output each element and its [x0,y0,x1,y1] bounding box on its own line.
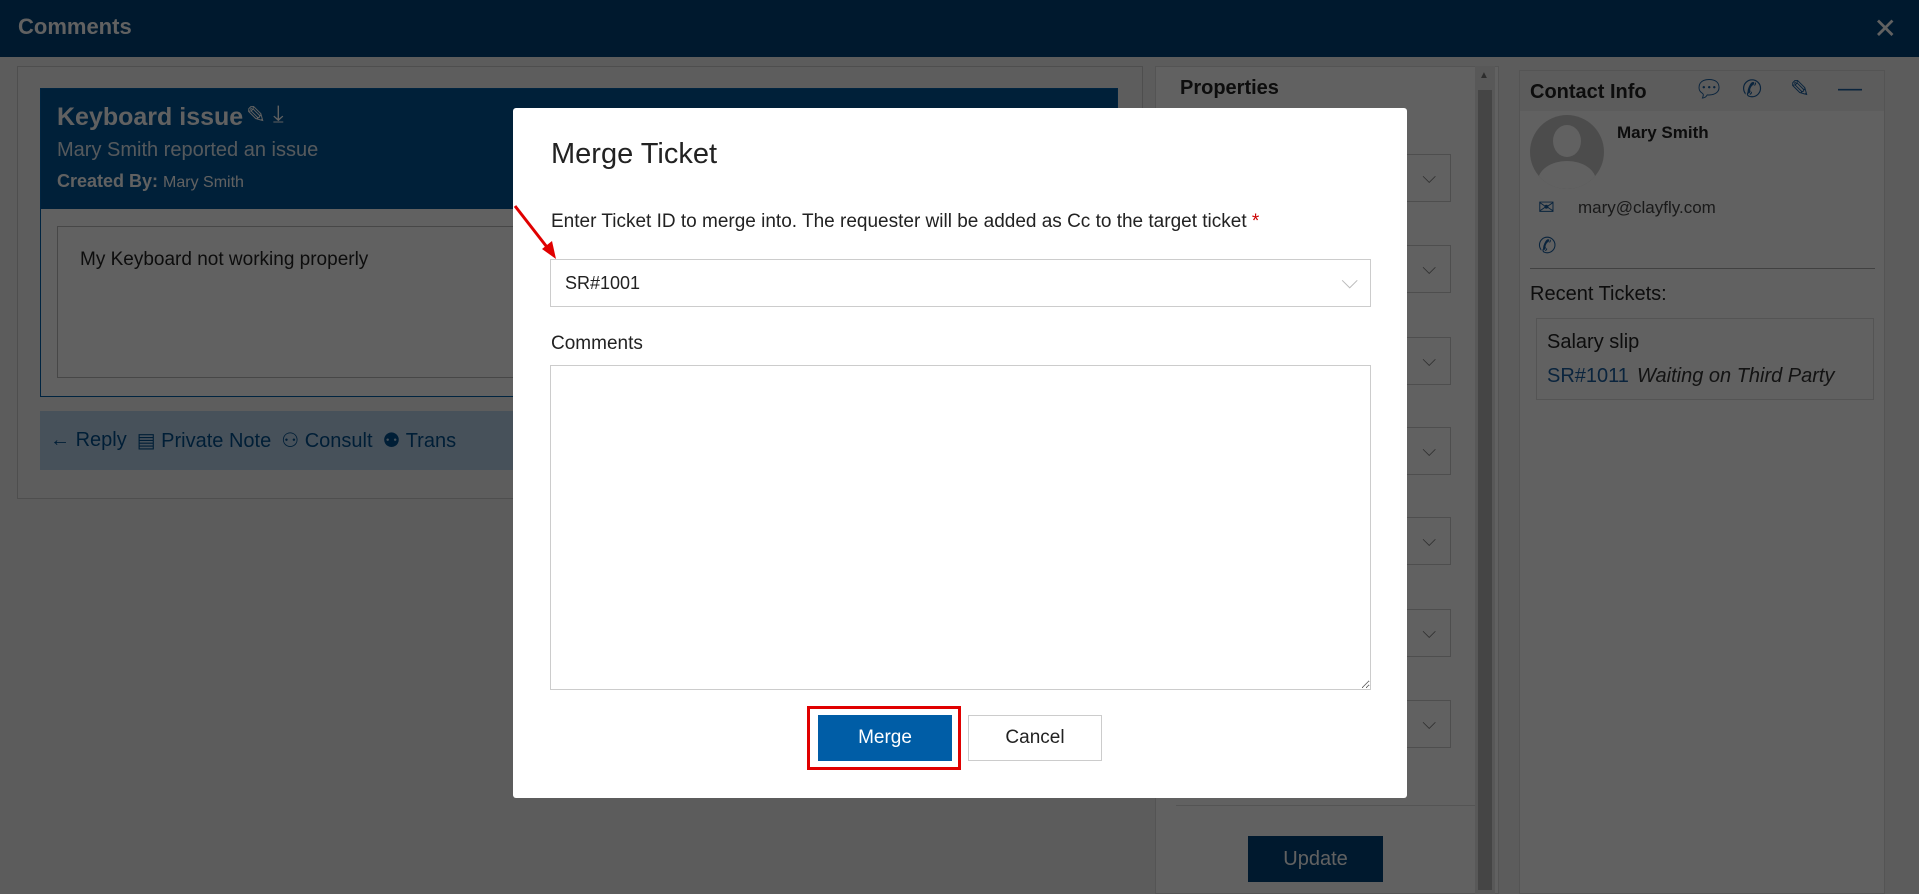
chevron-down-icon: ⌵ [1422,350,1436,370]
chevron-down-icon: ⌵ [1341,268,1358,293]
merge-ticket-dialog: Merge Ticket Enter Ticket ID to merge in… [513,108,1407,798]
comments-textarea[interactable] [550,365,1371,690]
contact-email[interactable]: mary@clayfly.com [1578,198,1716,218]
download-icon[interactable]: ⤓ [273,101,284,129]
scrollbar[interactable]: ▲ [1475,66,1495,894]
merge-button[interactable]: Merge [818,715,952,761]
avatar [1530,115,1604,189]
annotation-arrow-icon [513,205,556,259]
phone-icon[interactable]: ✆ [1538,233,1556,259]
chevron-down-icon: ⌵ [1422,713,1436,733]
recent-ticket-id[interactable]: SR#1011 [1547,365,1629,388]
recent-ticket-title: Salary slip [1547,331,1640,353]
chat-icon[interactable]: 💬︎ [1694,75,1724,104]
contact-title: Contact Info [1530,81,1647,103]
scroll-up-icon[interactable]: ▲ [1479,70,1489,81]
comments-label: Comments [551,333,643,354]
ticket-id-select[interactable]: SR#1001 ⌵ [550,259,1371,307]
created-by: Created By: Mary Smith [57,171,244,191]
edit-icon[interactable]: ✎ [1790,75,1810,104]
chevron-down-icon: ⌵ [1422,530,1436,550]
private-note-button[interactable]: ▤ Private Note [137,428,272,453]
close-icon[interactable]: ✕ [1874,12,1897,45]
contact-panel: Contact Info 💬︎ ✆ ✎ — Mary Smith ✉ mary@… [1519,70,1885,894]
recent-ticket-status: Waiting on Third Party [1637,365,1835,387]
ticket-subtitle: Mary Smith reported an issue [57,139,319,161]
contact-name: Mary Smith [1617,123,1709,142]
consult-button[interactable]: ⚇ Consult [281,428,372,453]
divider [1530,268,1875,269]
contact-header: Contact Info 💬︎ ✆ ✎ — [1520,71,1884,111]
chevron-down-icon: ⌵ [1422,167,1436,187]
divider [1176,805,1476,806]
email-icon: ✉ [1538,197,1555,219]
reply-button[interactable]: ← Reply [50,429,127,452]
phone-icon[interactable]: ✆ [1742,75,1762,104]
window-title: Comments [18,14,132,39]
recent-ticket-card[interactable]: Salary slip SR#1011 Waiting on Third Par… [1536,318,1874,400]
recent-tickets-label: Recent Tickets: [1530,283,1667,305]
minimize-icon[interactable]: — [1838,75,1862,103]
cancel-button[interactable]: Cancel [968,715,1102,761]
ticket-title: Keyboard issue [57,103,244,131]
ticket-id-label: Enter Ticket ID to merge into. The reque… [551,211,1260,232]
edit-icon[interactable]: ✎ [246,101,266,130]
properties-title: Properties [1180,77,1279,99]
transfer-button[interactable]: ⚉ Trans [383,428,457,453]
chevron-down-icon: ⌵ [1422,258,1436,278]
dialog-title: Merge Ticket [551,138,717,170]
chevron-down-icon: ⌵ [1422,622,1436,642]
scrollbar-thumb[interactable] [1478,90,1492,890]
chevron-down-icon: ⌵ [1422,440,1436,460]
top-bar: Comments ✕ [0,0,1919,57]
update-button[interactable]: Update [1248,836,1383,882]
